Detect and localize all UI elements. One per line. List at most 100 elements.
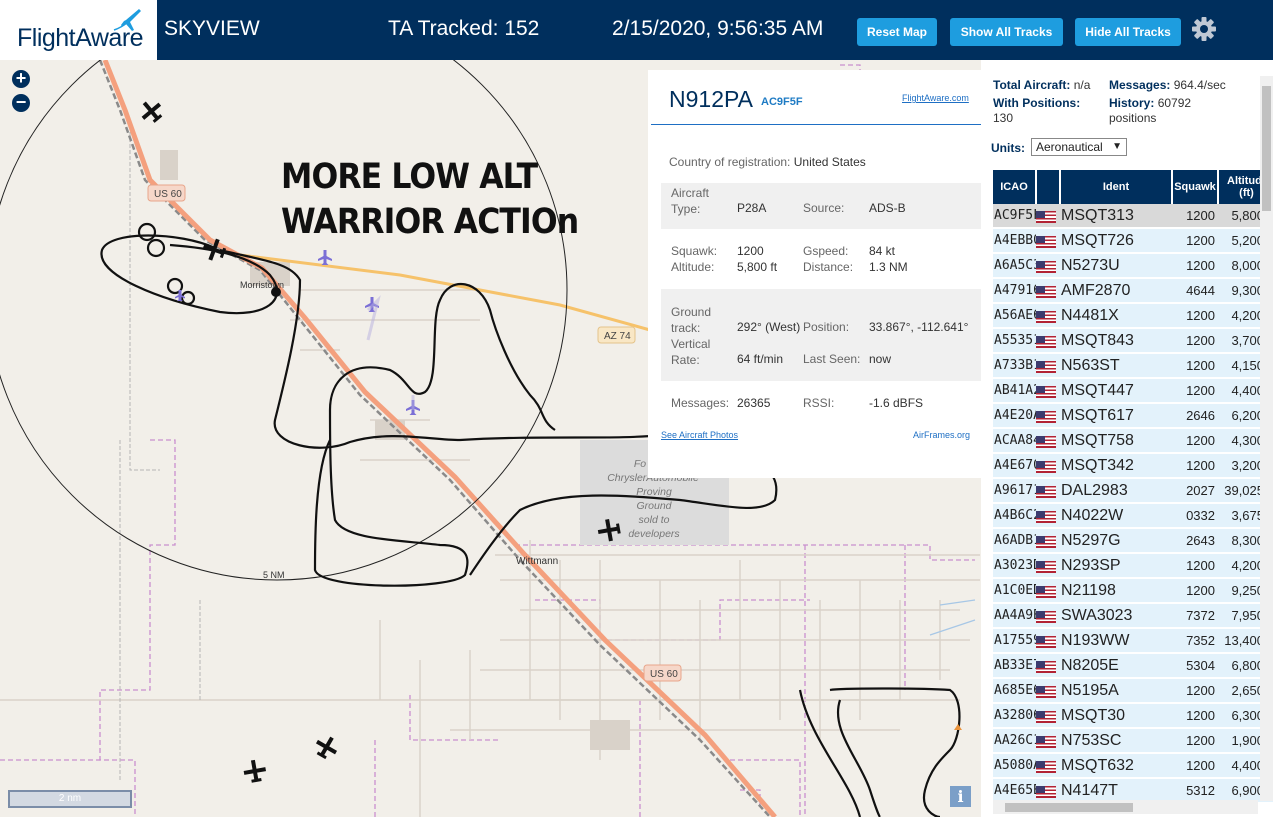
us-flag-icon [1036, 460, 1056, 473]
aircraft-table: ICAO Ident Squawk Altitude (ft) AC9F5FMS… [993, 170, 1273, 804]
icao-cell: A47916 [993, 278, 1036, 304]
flightaware-logo[interactable]: FlightAware [0, 0, 157, 60]
zoom-in-button[interactable]: + [12, 69, 30, 88]
ident-cell: MSQT313 [1060, 204, 1172, 229]
annotation-line-2: WARRIOR ACTIOn [281, 202, 579, 242]
icao-cell: A3023D [993, 553, 1036, 579]
icao-cell: AB41A2 [993, 378, 1036, 404]
ident-cell: N4022W [1060, 503, 1172, 529]
logo-text: FlightAware [17, 24, 144, 52]
ident-cell: N193WW [1060, 628, 1172, 654]
table-row[interactable]: A4EBB0MSQT72612005,200 [993, 228, 1273, 254]
table-row[interactable]: A56AE6N4481X12004,200 [993, 303, 1273, 329]
table-row[interactable]: A6ADB1N5297G26438,300 [993, 528, 1273, 554]
table-row[interactable]: A5080AMSQT63212004,400▲ [993, 753, 1273, 779]
horizontal-scroll-thumb[interactable] [1005, 803, 1133, 812]
table-row[interactable]: AB33E7N8205E53046,800 [993, 653, 1273, 679]
squawk-cell: 7372 [1172, 603, 1218, 629]
last-seen-value: now [869, 352, 892, 366]
squawk-cell: 0332 [1172, 503, 1218, 529]
position-label: Position: [803, 320, 850, 334]
units-select[interactable]: Aeronautical ▼ [1031, 138, 1127, 156]
table-row[interactable]: A32806MSQT3012006,300 [993, 703, 1273, 729]
flag-cell [1036, 528, 1060, 554]
vertical-scroll-thumb[interactable] [1262, 86, 1271, 211]
table-row[interactable]: A55351MSQT84312003,700▲ [993, 328, 1273, 354]
range-ring-label: 5 NM [263, 570, 285, 580]
table-row[interactable]: A47916AMF287046449,300 [993, 278, 1273, 304]
table-row[interactable]: ACAA84MSQT75812004,300 [993, 428, 1273, 454]
table-row[interactable]: A4E20AMSQT61726466,200 [993, 403, 1273, 429]
table-row[interactable]: A4B6C2N4022W03323,675 [993, 503, 1273, 529]
rssi-value: -1.6 dBFS [869, 396, 924, 410]
aircraft-icon[interactable] [136, 96, 167, 127]
squawk-cell: 1200 [1172, 453, 1218, 479]
table-row[interactable]: A6A5C3N5273U12008,000▲ [993, 253, 1273, 279]
icao-cell: A4E20A [993, 403, 1036, 429]
table-row[interactable]: A17559 N193WW7352 13,400 [993, 628, 1273, 654]
scale-bar: 2 nm [8, 790, 132, 808]
table-row[interactable]: A685E6N5195A12002,650▼ [993, 678, 1273, 704]
col-header-ident[interactable]: Ident [1060, 170, 1173, 204]
messages-value: 26365 [737, 396, 771, 410]
selected-aircraft-marker[interactable] [271, 287, 281, 297]
ident-cell: MSQT758 [1060, 428, 1172, 454]
icao-cell: A5080A [993, 753, 1036, 779]
col-header-squawk[interactable]: Squawk [1172, 170, 1219, 204]
aircraft-icon[interactable] [242, 758, 267, 783]
ident-cell: MSQT843 [1060, 328, 1172, 354]
flag-cell [1036, 628, 1060, 654]
table-row[interactable]: A4E670MSQT34212003,200 [993, 453, 1273, 479]
show-all-tracks-button[interactable]: Show All Tracks [950, 18, 1063, 46]
faded-aircraft-icon[interactable] [318, 250, 332, 265]
us-flag-icon [1036, 535, 1056, 548]
us-flag-icon [1036, 285, 1056, 298]
squawk-cell: 1200 [1172, 378, 1218, 404]
aircraft-icon[interactable] [311, 732, 341, 762]
squawk-cell: 1200 [1172, 428, 1218, 454]
flag-cell [1036, 503, 1060, 529]
table-row[interactable]: AC9F5FMSQT31312005,800 [993, 204, 1273, 229]
gear-icon[interactable] [1190, 15, 1218, 43]
zoom-out-button[interactable]: − [12, 93, 30, 112]
ident-cell: AMF2870 [1060, 278, 1172, 304]
aircraft-photos-link[interactable]: See Aircraft Photos [661, 430, 738, 440]
squawk-cell: 1200 [1172, 303, 1218, 329]
table-row[interactable]: A96171 DAL29832027 39,025 [993, 478, 1273, 504]
aircraft-info-panel: N912PA AC9F5F FlightAware.com Country of… [648, 70, 981, 478]
col-header-icao[interactable]: ICAO [993, 170, 1037, 204]
table-row[interactable]: A3023DN293SP12004,200 [993, 553, 1273, 579]
track-value: 292° (West) [737, 320, 801, 334]
units-value: Aeronautical [1036, 140, 1103, 154]
icao-cell: A32806 [993, 703, 1036, 729]
table-row[interactable]: AA4A9BSWA302373727,950▼ [993, 603, 1273, 629]
reset-map-button[interactable]: Reset Map [857, 18, 937, 46]
icao-cell: ACAA84 [993, 428, 1036, 454]
us-flag-icon [1036, 310, 1056, 323]
ident-cell: MSQT726 [1060, 228, 1172, 254]
flightaware-link[interactable]: FlightAware.com [902, 93, 969, 103]
ident-cell: MSQT30 [1060, 703, 1172, 729]
altitude-label: Altitude: [671, 260, 715, 274]
us-flag-icon [1036, 760, 1056, 773]
us-flag-icon [1036, 685, 1056, 698]
table-row[interactable]: AB41A2MSQT44712004,400 [993, 378, 1273, 404]
col-header-flag[interactable] [1036, 170, 1061, 204]
icao-cell: A6ADB1 [993, 528, 1036, 554]
table-row[interactable]: A733B1N563ST12004,150 [993, 353, 1273, 379]
track-label: Ground track: [671, 305, 712, 335]
hide-all-tracks-button[interactable]: Hide All Tracks [1075, 18, 1181, 46]
total-aircraft-label: Total Aircraft: [993, 78, 1071, 92]
units-label: Units: [991, 141, 1025, 155]
airframes-link[interactable]: AirFrames.org [913, 430, 970, 440]
proving-ground-label-6: developers [628, 528, 680, 540]
us-flag-icon [1036, 710, 1056, 723]
squawk-label: Squawk: [671, 244, 718, 258]
table-row[interactable]: A1C0EDN2119812009,250 [993, 578, 1273, 604]
us-flag-icon [1036, 210, 1056, 223]
table-row[interactable]: AA26C1N753SC12001,900▼ [993, 728, 1273, 754]
info-icon[interactable]: i [950, 786, 971, 807]
aircraft-sidebar: Total Aircraft: n/a Messages: 964.4/sec … [981, 60, 1273, 817]
altitude-value: 39,025 [1224, 483, 1264, 498]
flag-cell [1036, 303, 1060, 329]
